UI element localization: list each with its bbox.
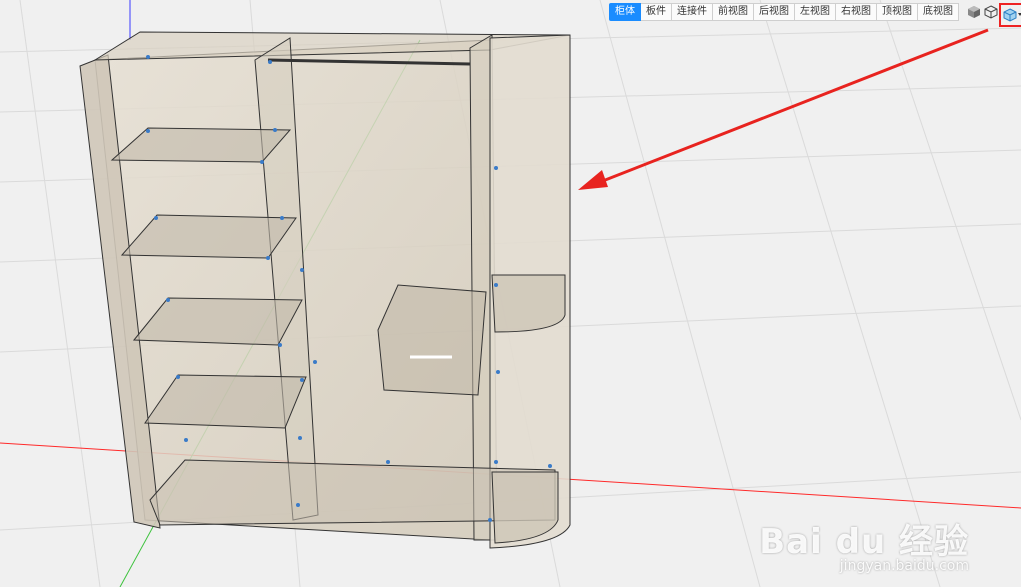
translucent-cube-icon (1003, 8, 1017, 22)
cabinet-button[interactable]: 柜体 (609, 3, 641, 21)
right-view-button[interactable]: 右视图 (836, 3, 877, 21)
left-view-button[interactable]: 左视图 (795, 3, 836, 21)
scene-canvas[interactable] (0, 0, 1021, 587)
3d-viewport[interactable] (0, 0, 1021, 587)
solid-cube-icon[interactable] (965, 3, 982, 21)
top-view-button[interactable]: 顶视图 (877, 3, 918, 21)
view-toolbar: 柜体 板件 连接件 前视图 后视图 左视图 右视图 顶视图 底视图 (609, 3, 1021, 27)
watermark-url: jingyan.baidu.com (839, 558, 969, 574)
drawer-box (377, 284, 487, 396)
corner-shelf-top (491, 274, 566, 333)
cabinet-model[interactable] (79, 31, 571, 549)
watermark-brand: Bai du 经验 (759, 522, 969, 562)
panel-button[interactable]: 板件 (641, 3, 672, 21)
bottom-view-button[interactable]: 底视图 (918, 3, 959, 21)
watermark: Bai du 经验 jingyan.baidu.com (759, 514, 969, 574)
annotation-arrow (578, 28, 989, 190)
back-view-button[interactable]: 后视图 (754, 3, 795, 21)
connector-button[interactable]: 连接件 (672, 3, 713, 21)
front-view-button[interactable]: 前视图 (713, 3, 754, 21)
view-mode-dropdown[interactable] (999, 3, 1021, 27)
wireframe-cube-icon[interactable] (982, 3, 999, 21)
